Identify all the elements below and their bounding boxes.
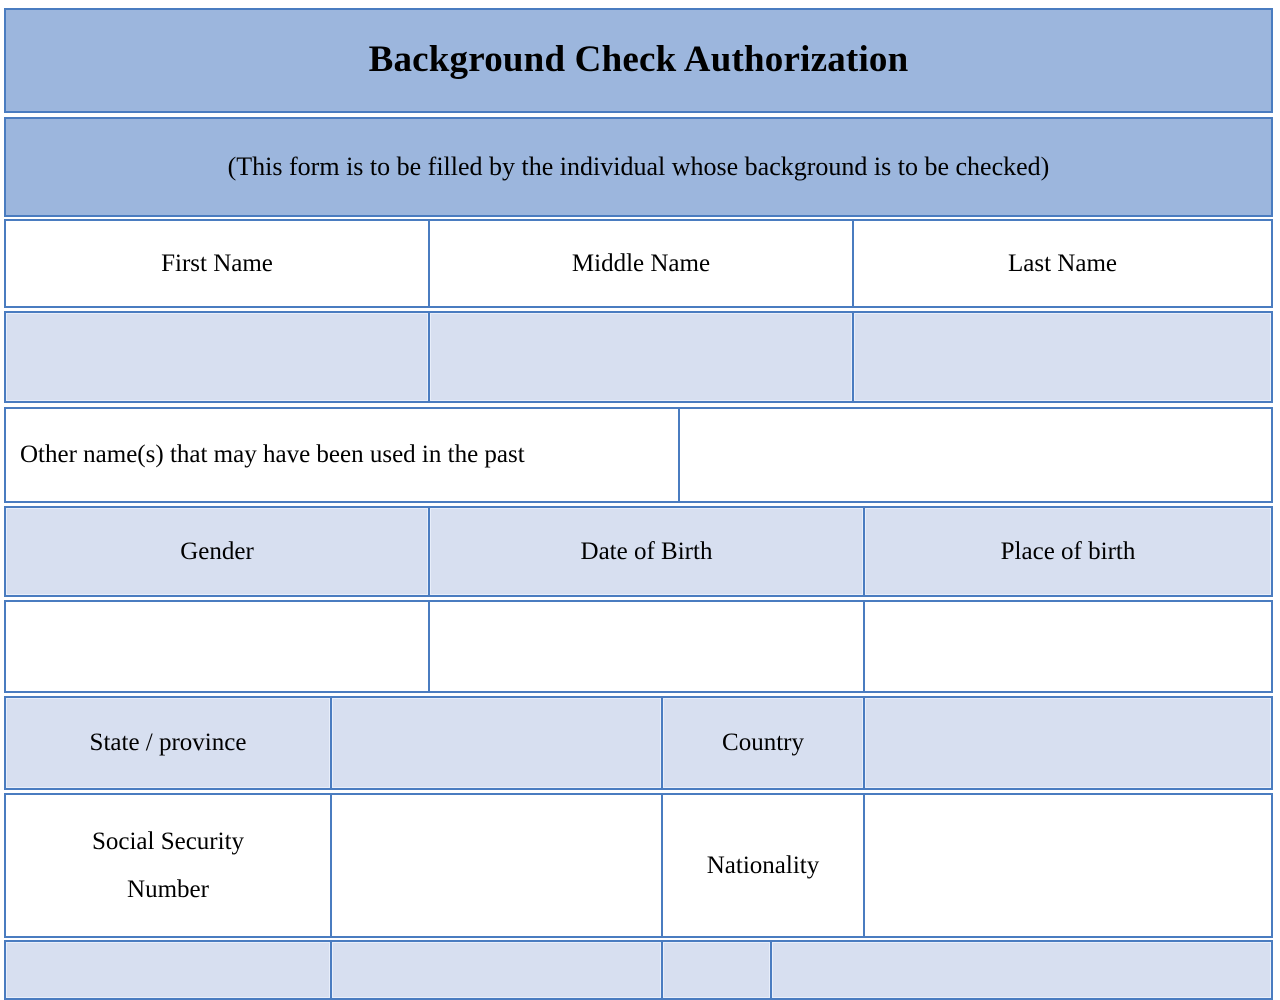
label-nationality-text: Nationality	[706, 851, 820, 879]
input-middle-name[interactable]	[428, 311, 854, 403]
label-country-text: Country	[722, 729, 804, 757]
label-last-name-text: Last Name	[1008, 249, 1117, 277]
label-date-of-birth: Date of Birth	[428, 506, 865, 597]
label-ssn-line-1: Social Security	[91, 828, 245, 856]
label-other-names: Other name(s) that may have been used in…	[4, 407, 680, 503]
label-first-name: First Name	[4, 219, 430, 308]
background-check-authorization-form: Background Check Authorization (This for…	[0, 0, 1280, 1000]
input-place-of-birth[interactable]	[863, 600, 1273, 693]
form-title-banner: Background Check Authorization	[4, 8, 1273, 113]
label-middle-name-text: Middle Name	[571, 249, 711, 277]
label-ssn-line-2: Number	[127, 875, 209, 903]
label-nationality: Nationality	[661, 793, 865, 938]
label-middle-name: Middle Name	[428, 219, 854, 308]
next-row-cell-2[interactable]	[330, 940, 663, 1000]
form-subtitle: (This form is to be filled by the indivi…	[227, 151, 1050, 181]
input-first-name[interactable]	[4, 311, 430, 403]
label-social-security-number: Social Security Number	[4, 793, 332, 938]
next-row-cell-4[interactable]	[770, 940, 1273, 1000]
label-country: Country	[661, 696, 865, 790]
input-nationality[interactable]	[863, 793, 1273, 938]
input-state-province[interactable]	[330, 696, 663, 790]
form-subtitle-banner: (This form is to be filled by the indivi…	[4, 117, 1273, 217]
input-other-names[interactable]	[678, 407, 1273, 503]
label-gender-text: Gender	[180, 537, 254, 565]
input-gender[interactable]	[4, 600, 430, 693]
input-social-security-number[interactable]	[330, 793, 663, 938]
input-last-name[interactable]	[852, 311, 1273, 403]
label-last-name: Last Name	[852, 219, 1273, 308]
input-country[interactable]	[863, 696, 1273, 790]
next-row-cell-3[interactable]	[661, 940, 772, 1000]
label-date-of-birth-text: Date of Birth	[580, 537, 713, 565]
input-date-of-birth[interactable]	[428, 600, 865, 693]
label-state-province-text: State / province	[89, 729, 247, 757]
label-other-names-text: Other name(s) that may have been used in…	[20, 441, 525, 469]
label-place-of-birth: Place of birth	[863, 506, 1273, 597]
label-place-of-birth-text: Place of birth	[1000, 537, 1136, 565]
label-gender: Gender	[4, 506, 430, 597]
form-title: Background Check Authorization	[368, 39, 909, 81]
label-first-name-text: First Name	[161, 249, 273, 277]
next-row-cell-1[interactable]	[4, 940, 332, 1000]
label-state-province: State / province	[4, 696, 332, 790]
